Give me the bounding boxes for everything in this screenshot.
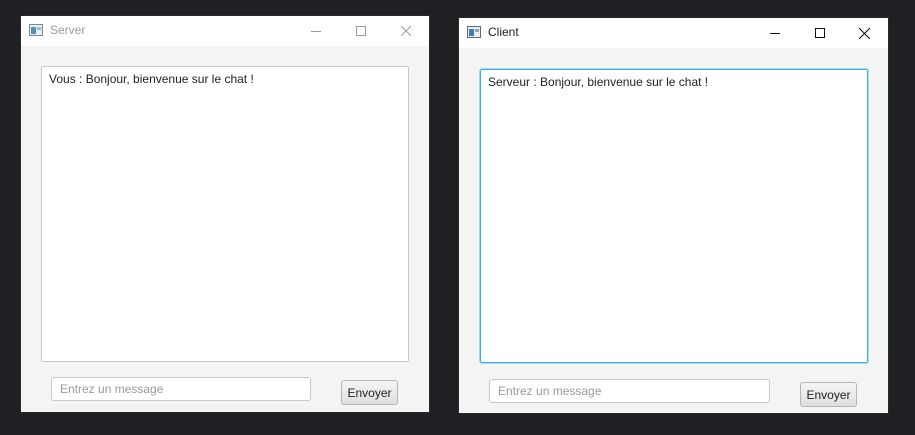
java-app-icon	[29, 24, 43, 36]
client-titlebar[interactable]: Client	[459, 18, 888, 48]
client-window: Client Serveur : Bonjour, bienvenue sur …	[458, 17, 889, 414]
maximize-icon[interactable]	[338, 16, 383, 46]
chat-display[interactable]: Serveur : Bonjour, bienvenue sur le chat…	[480, 69, 868, 363]
server-titlebar[interactable]: Server	[21, 16, 429, 46]
minimize-icon[interactable]	[293, 16, 338, 46]
maximize-icon[interactable]	[797, 18, 842, 48]
send-button[interactable]: Envoyer	[341, 380, 398, 405]
client-title: Client	[488, 25, 519, 39]
server-window: Server Vous : Bonjour, bienvenue sur le …	[20, 15, 430, 413]
desktop: Server Vous : Bonjour, bienvenue sur le …	[0, 0, 915, 435]
send-button[interactable]: Envoyer	[800, 382, 857, 407]
server-title: Server	[50, 23, 86, 37]
close-icon[interactable]	[842, 18, 887, 48]
message-input[interactable]	[489, 379, 770, 403]
close-icon[interactable]	[383, 16, 428, 46]
chat-display[interactable]: Vous : Bonjour, bienvenue sur le chat !	[41, 66, 409, 362]
java-app-icon	[467, 26, 481, 38]
message-input[interactable]	[51, 377, 311, 401]
minimize-icon[interactable]	[752, 18, 797, 48]
